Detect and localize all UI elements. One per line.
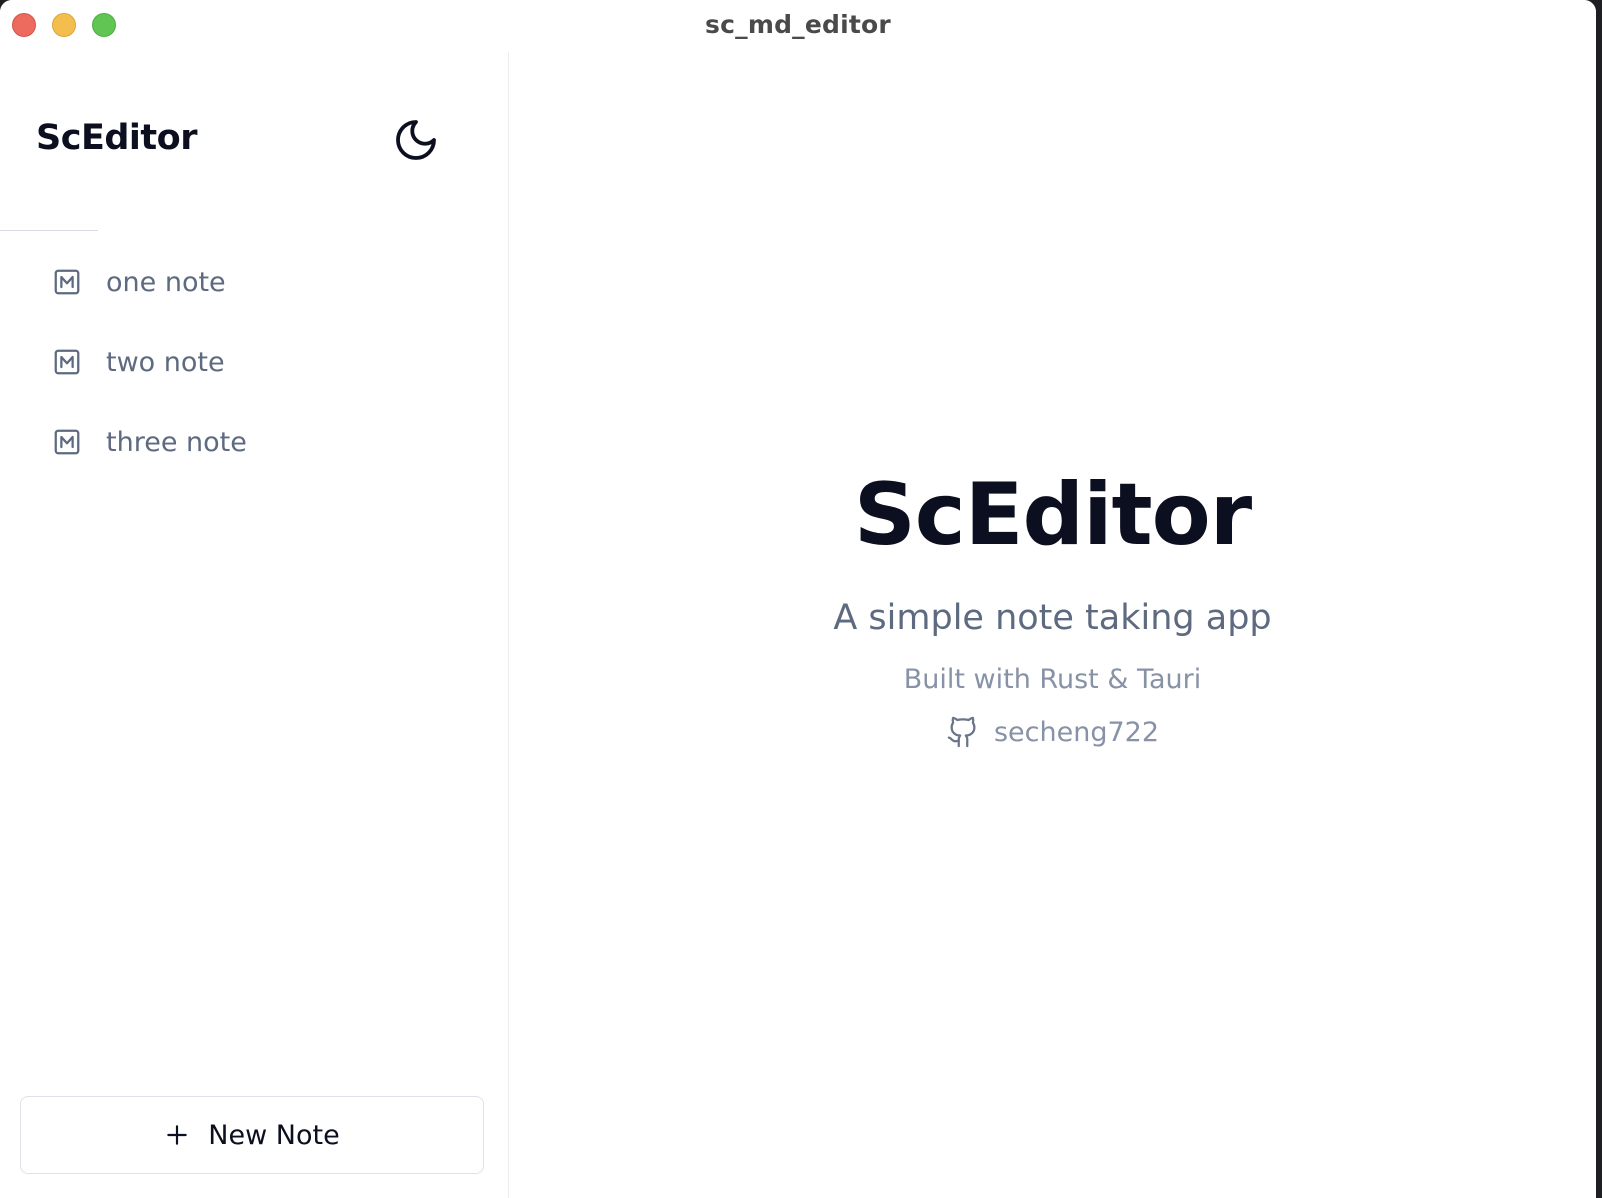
markdown-icon	[52, 267, 82, 297]
note-label: three note	[106, 426, 247, 458]
moon-icon	[396, 120, 436, 160]
note-label: two note	[106, 346, 225, 378]
sidebar-brand: ScEditor	[36, 118, 197, 158]
main-content: ScEditor A simple note taking app Built …	[509, 52, 1596, 1198]
note-item-one[interactable]: one note	[0, 242, 508, 322]
new-note-button[interactable]: New Note	[20, 1096, 484, 1174]
github-link[interactable]: secheng722	[946, 715, 1159, 749]
welcome-hero: ScEditor A simple note taking app Built …	[509, 472, 1596, 754]
sidebar-divider	[0, 230, 98, 231]
app-window: sc_md_editor ScEditor one note two note …	[0, 0, 1596, 1198]
note-list: one note two note three note	[0, 242, 508, 482]
hero-title: ScEditor	[853, 465, 1252, 565]
note-item-three[interactable]: three note	[0, 402, 508, 482]
note-label: one note	[106, 266, 226, 298]
plus-icon	[164, 1122, 190, 1148]
markdown-icon	[52, 427, 82, 457]
new-note-label: New Note	[208, 1119, 340, 1151]
built-with-text: Built with Rust & Tauri	[903, 664, 1202, 695]
theme-toggle-button[interactable]	[392, 116, 440, 164]
markdown-icon	[52, 347, 82, 377]
hero-subtitle: A simple note taking app	[833, 598, 1272, 638]
desktop-background-edge	[1596, 0, 1602, 1198]
note-item-two[interactable]: two note	[0, 322, 508, 402]
window-title: sc_md_editor	[705, 10, 891, 39]
title-bar[interactable]: sc_md_editor	[0, 0, 1596, 52]
github-username: secheng722	[993, 716, 1160, 748]
github-icon	[946, 715, 980, 749]
sidebar: ScEditor one note two note three note Ne…	[0, 52, 509, 1198]
